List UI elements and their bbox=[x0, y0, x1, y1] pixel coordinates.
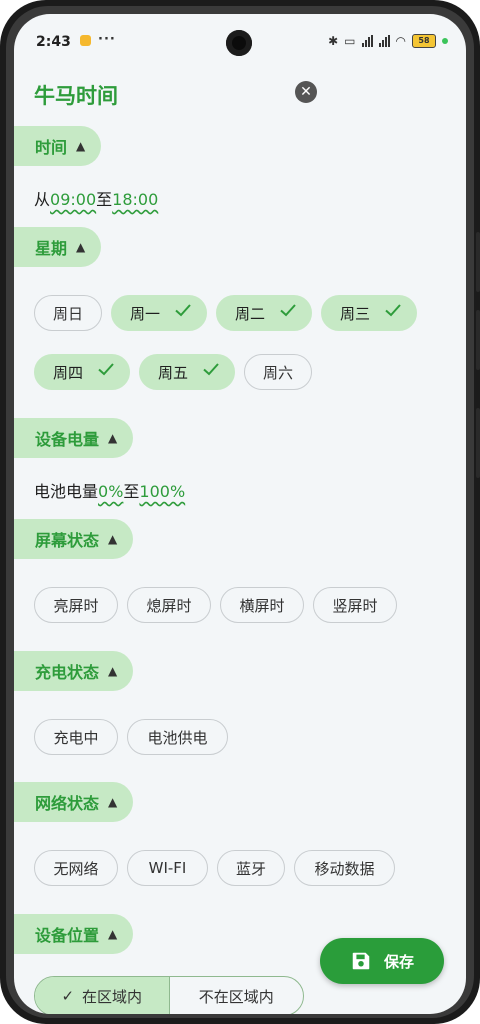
section-network-header[interactable]: 网络状态 ▲ bbox=[14, 782, 134, 822]
more-notifications-icon: ··· bbox=[98, 32, 116, 47]
chevron-up-icon: ▲ bbox=[108, 664, 118, 678]
chip-label: 周五 bbox=[158, 363, 189, 382]
chip-label: WI-FI bbox=[148, 859, 187, 877]
section-battery-header[interactable]: 设备电量 ▲ bbox=[14, 418, 134, 458]
section-label: 设备电量 bbox=[35, 430, 100, 449]
network-chip-mobile-data[interactable]: 移动数据 bbox=[294, 850, 395, 886]
end-time-picker[interactable]: 18:00 bbox=[112, 190, 158, 209]
chip-label: 蓝牙 bbox=[235, 859, 266, 878]
battery-range-row: 电池电量0%至100% bbox=[34, 478, 185, 502]
from-label: 从 bbox=[34, 190, 51, 209]
screen-chip-off[interactable]: 熄屏时 bbox=[127, 587, 211, 623]
screen-chip-on[interactable]: 亮屏时 bbox=[34, 587, 118, 623]
chip-label: 周日 bbox=[52, 304, 83, 323]
close-icon[interactable]: ✕ bbox=[295, 81, 317, 103]
network-chip-wifi[interactable]: WI-FI bbox=[127, 850, 208, 886]
chevron-up-icon: ▲ bbox=[108, 795, 118, 809]
start-time-picker[interactable]: 09:00 bbox=[50, 190, 96, 209]
section-label: 时间 bbox=[35, 138, 68, 157]
day-chip-thursday[interactable]: 周四 bbox=[34, 354, 130, 390]
day-chip-monday[interactable]: 周一 bbox=[111, 295, 207, 331]
segment-label: 不在区域内 bbox=[198, 987, 274, 1006]
app-screen: 2:43 ··· ✱ ▭ ◠ 58 牛马时间 ✕ 时间 ▲ 从09:00至18:… bbox=[14, 14, 466, 1014]
chip-label: 无网络 bbox=[53, 859, 99, 878]
bluetooth-icon: ✱ bbox=[328, 34, 339, 48]
section-label: 网络状态 bbox=[35, 794, 100, 813]
segment-in-area[interactable]: ✓ 在区域内 bbox=[35, 977, 170, 1014]
location-segmented-control: ✓ 在区域内 不在区域内 bbox=[34, 976, 304, 1014]
chevron-up-icon: ▲ bbox=[76, 240, 86, 254]
segment-label: 在区域内 bbox=[82, 987, 143, 1006]
charge-chip-charging[interactable]: 充电中 bbox=[34, 719, 118, 755]
time-range-row: 从09:00至18:00 bbox=[34, 186, 158, 210]
network-chip-bluetooth[interactable]: 蓝牙 bbox=[217, 850, 285, 886]
day-chip-friday[interactable]: 周五 bbox=[139, 354, 235, 390]
chip-label: 周二 bbox=[235, 304, 266, 323]
chevron-up-icon: ▲ bbox=[108, 431, 118, 445]
day-chip-sunday[interactable]: 周日 bbox=[34, 295, 102, 331]
page-title: 牛马时间 bbox=[34, 84, 118, 108]
check-icon bbox=[280, 304, 296, 317]
notification-icon bbox=[80, 35, 91, 46]
section-label: 星期 bbox=[35, 239, 68, 258]
battery-max-picker[interactable]: 100% bbox=[139, 482, 185, 501]
check-icon bbox=[98, 363, 114, 376]
section-week-header[interactable]: 星期 ▲ bbox=[14, 227, 102, 267]
segment-out-area[interactable]: 不在区域内 bbox=[170, 977, 304, 1014]
chip-label: 周四 bbox=[53, 363, 84, 382]
volume-button bbox=[476, 310, 480, 370]
day-chip-wednesday[interactable]: 周三 bbox=[321, 295, 417, 331]
status-icons: ✱ ▭ ◠ 58 bbox=[328, 34, 448, 48]
chevron-up-icon: ▲ bbox=[108, 927, 118, 941]
section-label: 屏幕状态 bbox=[35, 531, 100, 550]
screen-chip-portrait[interactable]: 竖屏时 bbox=[313, 587, 397, 623]
day-chip-saturday[interactable]: 周六 bbox=[244, 354, 312, 390]
chip-label: 亮屏时 bbox=[53, 596, 99, 615]
chip-label: 竖屏时 bbox=[332, 596, 378, 615]
chip-label: 移动数据 bbox=[314, 859, 375, 878]
laptop-icon: ▭ bbox=[344, 34, 356, 48]
to-label: 至 bbox=[123, 482, 140, 501]
save-icon bbox=[352, 952, 370, 970]
check-icon bbox=[175, 304, 191, 317]
section-screen-header[interactable]: 屏幕状态 ▲ bbox=[14, 519, 134, 559]
chevron-up-icon: ▲ bbox=[108, 532, 118, 546]
section-label: 充电状态 bbox=[35, 663, 100, 682]
section-charging-header[interactable]: 充电状态 ▲ bbox=[14, 651, 134, 691]
chip-label: 横屏时 bbox=[239, 596, 285, 615]
status-bar: 2:43 ··· ✱ ▭ ◠ 58 bbox=[14, 14, 466, 56]
check-icon: ✓ bbox=[61, 987, 75, 1005]
chevron-up-icon: ▲ bbox=[76, 139, 86, 153]
day-chip-tuesday[interactable]: 周二 bbox=[216, 295, 312, 331]
check-icon bbox=[385, 304, 401, 317]
chip-label: 周六 bbox=[262, 363, 293, 382]
signal-icon bbox=[361, 35, 373, 47]
chip-label: 熄屏时 bbox=[146, 596, 192, 615]
privacy-indicator-dot bbox=[442, 38, 448, 44]
check-icon bbox=[203, 363, 219, 376]
front-camera bbox=[226, 30, 252, 56]
battery-min-picker[interactable]: 0% bbox=[98, 482, 123, 501]
section-time-header[interactable]: 时间 ▲ bbox=[14, 126, 102, 166]
signal-icon bbox=[378, 35, 390, 47]
section-label: 设备位置 bbox=[35, 926, 100, 945]
chip-label: 周一 bbox=[130, 304, 161, 323]
wifi-icon: ◠ bbox=[395, 34, 406, 48]
chip-label: 电池供电 bbox=[147, 728, 208, 747]
status-time: 2:43 bbox=[36, 34, 71, 50]
battery-label: 电池电量 bbox=[34, 482, 99, 501]
save-button[interactable]: 保存 bbox=[320, 938, 444, 984]
chip-label: 充电中 bbox=[53, 728, 99, 747]
battery-icon: 58 bbox=[412, 34, 436, 48]
section-location-header[interactable]: 设备位置 ▲ bbox=[14, 914, 134, 954]
chip-label: 周三 bbox=[340, 304, 371, 323]
network-chip-none[interactable]: 无网络 bbox=[34, 850, 118, 886]
to-label: 至 bbox=[96, 190, 113, 209]
screen-chip-landscape[interactable]: 横屏时 bbox=[220, 587, 304, 623]
volume-button bbox=[476, 232, 480, 292]
charge-chip-battery[interactable]: 电池供电 bbox=[127, 719, 228, 755]
save-label: 保存 bbox=[383, 952, 414, 971]
power-button bbox=[476, 408, 480, 478]
